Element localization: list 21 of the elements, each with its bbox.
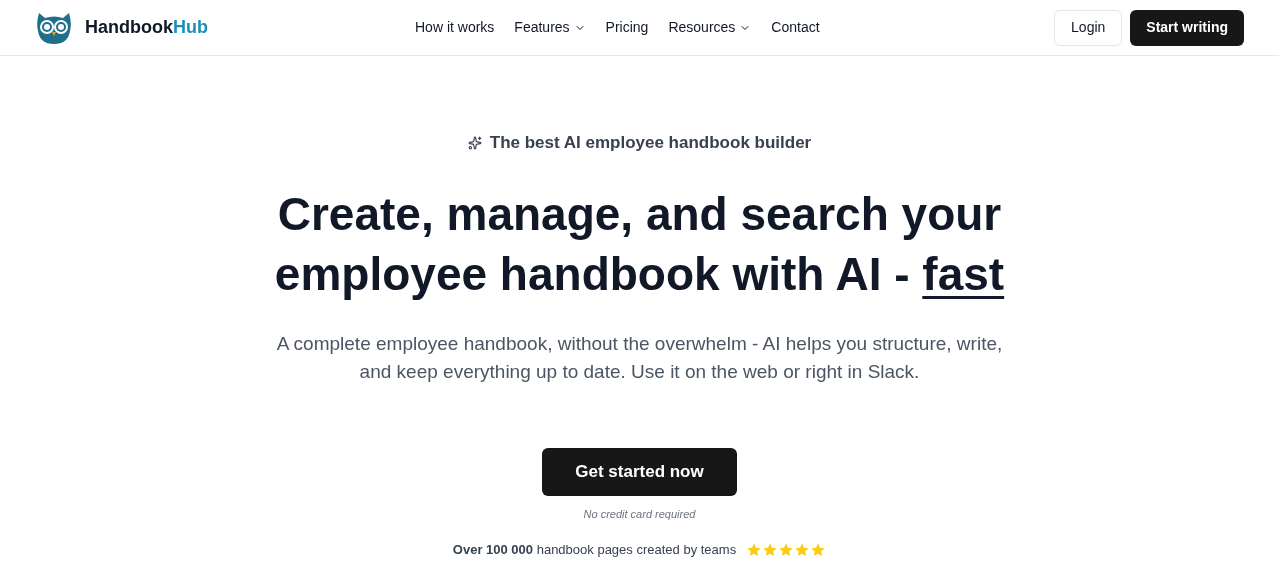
- owl-logo-icon: [35, 10, 73, 45]
- star-icon: [810, 541, 827, 558]
- star-icon: [794, 541, 811, 558]
- nav-link[interactable]: Contact: [771, 17, 820, 38]
- start-writing-button[interactable]: Start writing: [1130, 9, 1244, 46]
- eyebrow-text: The best AI employee handbook builder: [489, 132, 812, 154]
- get-started-button[interactable]: Get started now: [542, 447, 737, 496]
- social-proof-text: Over 100 000 handbook pages created by teams: [452, 541, 737, 559]
- nav-link[interactable]: Pricing: [605, 17, 649, 38]
- sparkle-icon: [467, 135, 482, 150]
- nav-link[interactable]: How it works: [415, 17, 495, 38]
- star-icon: [762, 541, 779, 558]
- hero-subtitle: A complete employee handbook, without the overwhelm - AI helps you structure, write, and keep everything up to date. Use it on the web or right in Slack.: [275, 331, 1004, 384]
- star-icon: [778, 541, 795, 558]
- cta-note: No credit card required: [583, 506, 696, 522]
- star-icon: [746, 541, 763, 558]
- nav-link[interactable]: Features: [514, 17, 586, 38]
- brand-name[interactable]: HandbookHub: [85, 14, 208, 41]
- login-button[interactable]: Login: [1054, 9, 1123, 46]
- hero-headline: Create, manage, and search your employee handbook with AI - fast: [273, 186, 1006, 302]
- nav-link[interactable]: Resources: [668, 17, 752, 38]
